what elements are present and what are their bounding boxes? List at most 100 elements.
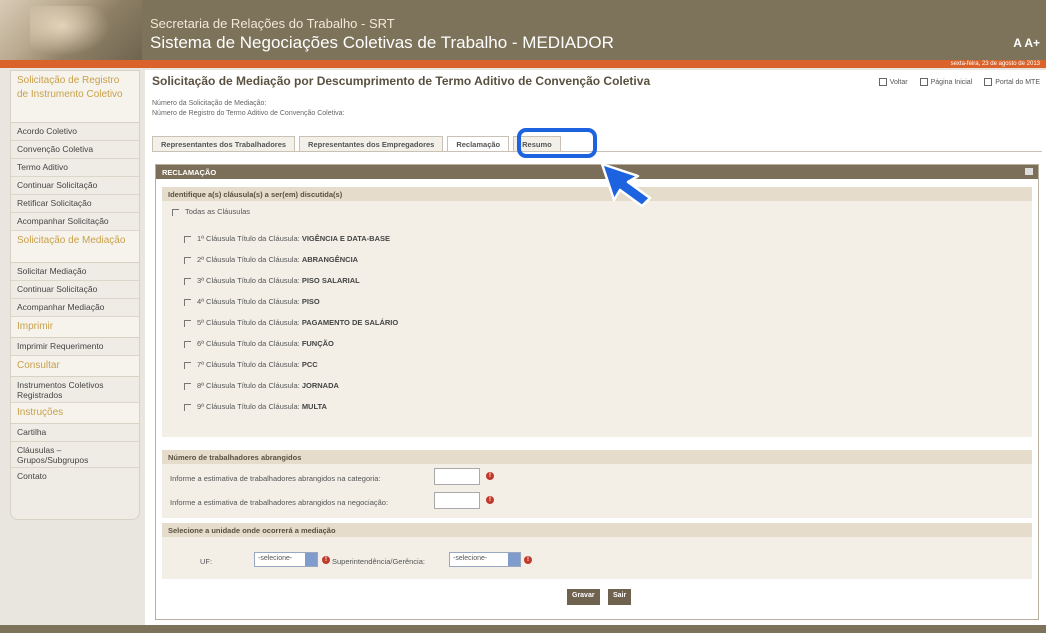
top-links: Voltar Página Inicial Portal do MTE <box>878 78 1040 86</box>
clause-row[interactable]: 6ª Cláusula Título da Cláusula: FUNÇÃO <box>184 339 334 348</box>
clause-prefix: Título da Cláusula: <box>237 339 300 348</box>
required-icon: ! <box>524 556 532 564</box>
clause-row[interactable]: 9ª Cláusula Título da Cláusula: MULTA <box>184 402 327 411</box>
clause-number: 4ª Cláusula <box>197 297 236 306</box>
sidebar-item-retificar[interactable]: Retificar Solicitação <box>11 195 139 213</box>
superintendencia-select[interactable]: -selecione- <box>449 552 521 567</box>
clauses-header: Identifique a(s) cláusula(s) a ser(em) d… <box>162 187 1032 201</box>
sidebar: Solicitação de Registro de Instrumento C… <box>10 70 140 520</box>
sidebar-item-acompanhar[interactable]: Acompanhar Solicitação <box>11 213 139 231</box>
clause-name: VIGÊNCIA E DATA-BASE <box>301 234 391 243</box>
clause-checkbox[interactable] <box>184 235 191 243</box>
clause-prefix: Título da Cláusula: <box>237 318 300 327</box>
clause-prefix: Título da Cláusula: <box>237 297 300 306</box>
clause-name: ABRANGÊNCIA <box>301 255 359 264</box>
clause-prefix: Título da Cláusula: <box>237 381 300 390</box>
clause-checkbox[interactable] <box>184 361 191 369</box>
clause-name: PAGAMENTO DE SALÁRIO <box>301 318 399 327</box>
clause-row[interactable]: 3ª Cláusula Título da Cláusula: PISO SAL… <box>184 276 360 285</box>
tab-empregadores[interactable]: Representantes dos Empregadores <box>299 136 444 152</box>
clause-prefix: Título da Cláusula: <box>237 255 300 264</box>
clause-number: 7ª Cláusula <box>197 360 236 369</box>
clause-name: PISO <box>301 297 320 306</box>
clause-name: PISO SALARIAL <box>301 276 360 285</box>
mediation-number-label: Número da Solicitação de Mediação: <box>152 100 267 107</box>
clause-row[interactable]: 7ª Cláusula Título da Cláusula: PCC <box>184 360 318 369</box>
sidebar-item-continuar-mediacao[interactable]: Continuar Solicitação <box>11 281 139 299</box>
sidebar-item-convencao[interactable]: Convenção Coletiva <box>11 141 139 159</box>
sidebar-item-continuar[interactable]: Continuar Solicitação <box>11 177 139 195</box>
footer-bar <box>0 625 1046 633</box>
required-icon: ! <box>486 472 494 480</box>
clause-number: 8ª Cláusula <box>197 381 236 390</box>
sidebar-item-solicitar-mediacao[interactable]: Solicitar Mediação <box>11 263 139 281</box>
clause-checkbox[interactable] <box>184 319 191 327</box>
clause-number: 1ª Cláusula <box>197 234 236 243</box>
clause-row[interactable]: 5ª Cláusula Título da Cláusula: PAGAMENT… <box>184 318 398 327</box>
workers-negotiation-label: Informe a estimativa de trabalhadores ab… <box>170 498 389 507</box>
back-label: Voltar <box>889 78 908 86</box>
page-title: Solicitação de Mediação por Descumprimen… <box>152 74 651 88</box>
org-name: Secretaria de Relações do Trabalho - SRT <box>150 16 395 31</box>
required-icon: ! <box>322 556 330 564</box>
sidebar-head-consultar: Consultar <box>11 356 139 377</box>
panel-header: RECLAMAÇÃO <box>156 165 1038 179</box>
clause-row[interactable]: 4ª Cláusula Título da Cláusula: PISO <box>184 297 320 306</box>
workers-category-input[interactable] <box>434 468 480 485</box>
clause-checkbox[interactable] <box>184 340 191 348</box>
uf-select[interactable]: -selecione- <box>254 552 318 567</box>
site-header: Secretaria de Relações do Trabalho - SRT… <box>0 0 1046 60</box>
required-icon: ! <box>486 496 494 504</box>
exit-button[interactable]: Sair <box>608 589 632 605</box>
portal-label: Portal do MTE <box>995 78 1040 86</box>
sidebar-item-termo[interactable]: Termo Aditivo <box>11 159 139 177</box>
portal-icon <box>984 78 993 86</box>
header-photo <box>0 0 142 60</box>
all-clauses-checkbox[interactable] <box>172 208 179 216</box>
clause-row[interactable]: 8ª Cláusula Título da Cláusula: JORNADA <box>184 381 339 390</box>
sidebar-item-clausulas[interactable]: Cláusulas – Grupos/Subgrupos <box>11 442 139 468</box>
clause-prefix: Título da Cláusula: <box>237 360 300 369</box>
all-clauses-row[interactable]: Todas as Cláusulas <box>172 207 250 216</box>
sidebar-item-acompanhar-mediacao[interactable]: Acompanhar Mediação <box>11 299 139 317</box>
sidebar-item-cartilha[interactable]: Cartilha <box>11 424 139 442</box>
clauses-section: Identifique a(s) cláusula(s) a ser(em) d… <box>162 187 1032 437</box>
clause-checkbox[interactable] <box>184 277 191 285</box>
sidebar-item-acordo[interactable]: Acordo Coletivo <box>11 123 139 141</box>
current-date: sexta-feira, 23 de agosto de 2013 <box>950 61 1040 67</box>
home-link[interactable]: Página Inicial <box>919 78 972 86</box>
portal-link[interactable]: Portal do MTE <box>984 78 1040 86</box>
back-icon <box>878 78 887 86</box>
tab-trabalhadores[interactable]: Representantes dos Trabalhadores <box>152 136 296 152</box>
clause-checkbox[interactable] <box>184 298 191 306</box>
clause-row[interactable]: 2ª Cláusula Título da Cláusula: ABRANGÊN… <box>184 255 358 264</box>
minimize-icon[interactable] <box>1025 168 1033 175</box>
unit-header: Selecione a unidade onde ocorrerá a medi… <box>162 523 1032 537</box>
clause-checkbox[interactable] <box>184 256 191 264</box>
sidebar-item-instrumentos[interactable]: Instrumentos Coletivos Registrados <box>11 377 139 403</box>
sidebar-item-imprimir[interactable]: Imprimir Requerimento <box>11 338 139 356</box>
clause-number: 6ª Cláusula <box>197 339 236 348</box>
uf-label: UF: <box>200 557 213 566</box>
sidebar-item-contato[interactable]: Contato <box>11 468 139 486</box>
registration-number-label: Número de Registro do Termo Aditivo de C… <box>152 110 345 117</box>
back-link[interactable]: Voltar <box>878 78 908 86</box>
tab-bar: Representantes dos Trabalhadores Represe… <box>152 136 561 152</box>
clause-row[interactable]: 1ª Cláusula Título da Cláusula: VIGÊNCIA… <box>184 234 390 243</box>
chevron-down-icon <box>508 553 520 566</box>
superintendencia-label: Superintendência/Gerência: <box>332 557 425 566</box>
workers-category-label: Informe a estimativa de trabalhadores ab… <box>170 474 381 483</box>
workers-negotiation-input[interactable] <box>434 492 480 509</box>
system-name: Sistema de Negociações Coletivas de Trab… <box>150 33 614 52</box>
clause-name: JORNADA <box>301 381 339 390</box>
all-clauses-label: Todas as Cláusulas <box>185 207 251 216</box>
font-size-buttons[interactable]: A A+ <box>1013 36 1040 50</box>
tab-highlight <box>517 128 597 158</box>
clause-prefix: Título da Cláusula: <box>237 234 300 243</box>
clause-checkbox[interactable] <box>184 403 191 411</box>
clause-checkbox[interactable] <box>184 382 191 390</box>
clause-number: 3ª Cláusula <box>197 276 236 285</box>
clause-number: 2ª Cláusula <box>197 255 236 264</box>
tab-reclamacao[interactable]: Reclamação <box>447 136 510 152</box>
save-button[interactable]: Gravar <box>567 589 600 605</box>
